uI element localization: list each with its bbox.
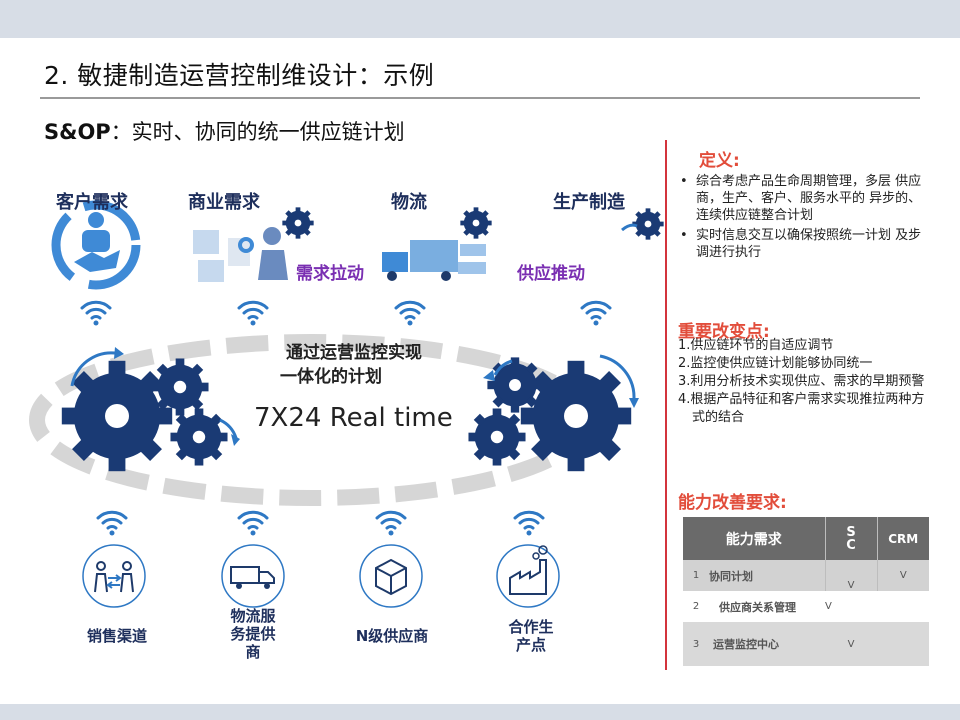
people-exchange-icon <box>82 544 146 608</box>
definition-title: 定义: <box>699 151 740 171</box>
row-sc-mark: V <box>824 560 877 591</box>
capability-title: 能力改善要求: <box>678 493 787 513</box>
gear-icon <box>282 207 314 239</box>
co-production-line2: 产点 <box>515 636 546 654</box>
node-label-n-tier-supplier: N级供应商 <box>355 627 429 645</box>
truck-icon <box>221 544 285 608</box>
row-capability: 协同计划 <box>709 560 825 591</box>
definition-bullet: 综合考虑产品生命周期管理，多层 供应商，生产、客户、服务水平的 异步的、连续供应… <box>676 173 928 224</box>
key-changes-list: 1.供应链环节的自适应调节 2.监控使供应链计划能够协同统一 3.利用分析技术实… <box>678 337 936 427</box>
key-change-item: 4.根据产品特征和客户需求实现推拉两种方式的结合 <box>678 392 925 425</box>
factory-icon <box>496 544 560 608</box>
logistics-provider-line2: 务提供 <box>230 625 276 643</box>
flow-label-supply-push: 供应推动 <box>517 264 585 284</box>
definition-bullet: 实时信息交互以确保按照统一计划 及步调进行执行 <box>676 227 928 261</box>
capability-header-row: 能力需求 SC CRM <box>683 517 929 560</box>
row-sc-mark: V <box>825 622 877 666</box>
flow-label-demand-pull: 需求拉动 <box>286 259 364 284</box>
node-label-logistics: 物流 <box>391 192 427 213</box>
row-capability: 运营监控中心 <box>709 622 825 666</box>
row-sc-mark: V <box>825 591 877 622</box>
box-icon <box>359 544 423 608</box>
realtime-label: 7X24 Real time <box>254 403 453 433</box>
co-production-line1: 合作生 <box>508 618 554 636</box>
node-label-business-demand: 商业需求 <box>188 192 260 213</box>
key-change-item: 1.供应链环节的自适应调节 <box>678 338 834 353</box>
capability-table: 能力需求 SC CRM 1 协同计划 V V 2 供应商关系管理 V 3 运营监… <box>683 517 929 666</box>
logistics-provider-line3: 商 <box>245 643 261 661</box>
center-caption-line2: 一体化的计划 <box>280 367 382 387</box>
row-number: 1 <box>683 560 709 591</box>
node-label-co-production: 合作生 产点 <box>496 618 566 654</box>
right-gear-cluster <box>468 354 639 472</box>
row-number: 3 <box>683 622 709 666</box>
row-crm-mark <box>877 622 929 666</box>
node-label-logistics-provider: 物流服 务提供 商 <box>218 607 288 661</box>
capability-header-need: 能力需求 <box>683 517 825 560</box>
node-label-manufacturing: 生产制造 <box>553 192 625 213</box>
left-gear-cluster <box>61 347 240 472</box>
row-crm-mark: V <box>876 560 929 591</box>
center-caption: 通过运营监控实现 一体化的计划 <box>262 341 446 389</box>
customer-handshake-icon <box>51 200 141 290</box>
business-people-icon <box>193 227 288 282</box>
row-capability: 供应商关系管理 <box>709 591 825 622</box>
capability-header-sc: SC <box>824 517 877 560</box>
key-change-item: 3.利用分析技术实现供应、需求的早期预警 <box>678 374 925 389</box>
section-divider <box>665 140 667 670</box>
row-crm-mark <box>877 591 929 622</box>
flow-label-demand-pull-text: 需求拉动 <box>296 264 364 284</box>
supply-arrow-icon <box>621 223 638 232</box>
logistics-provider-line1: 物流服 <box>230 607 276 625</box>
table-row: 1 协同计划 V V <box>683 560 929 591</box>
table-row: 3 运营监控中心 V <box>683 622 929 666</box>
capability-header-crm: CRM <box>876 517 929 560</box>
key-change-item: 2.监控使供应链计划能够协同统一 <box>678 356 873 371</box>
center-caption-line1: 通过运营监控实现 <box>286 343 422 363</box>
node-label-customer-demand: 客户需求 <box>56 192 128 213</box>
truck-icon <box>382 240 486 281</box>
definition-list: 综合考虑产品生命周期管理，多层 供应商，生产、客户、服务水平的 异步的、连续供应… <box>676 173 928 264</box>
row-number: 2 <box>683 591 709 622</box>
node-label-sales-channel: 销售渠道 <box>86 627 147 645</box>
bottom-band <box>0 704 960 720</box>
table-row: 2 供应商关系管理 V <box>683 591 929 622</box>
